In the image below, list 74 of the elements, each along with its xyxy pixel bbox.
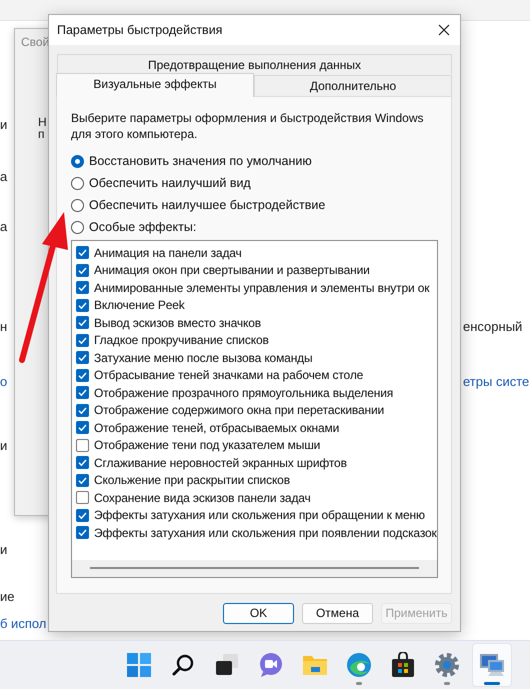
checkbox-label[interactable]: Гладкое прокручивание списков (94, 333, 269, 348)
radio-label[interactable]: Обеспечить наилучшее быстродействие (89, 198, 326, 212)
checkbox[interactable] (76, 421, 89, 434)
close-icon[interactable] (438, 24, 450, 36)
text-fragment: н (0, 319, 8, 334)
checkbox[interactable] (76, 246, 89, 260)
folder-icon (302, 653, 328, 677)
checkbox-label[interactable]: Сохранение вида эскизов панели задач (94, 490, 311, 505)
text-fragment: и (0, 438, 8, 453)
overlapping-squares-icon (214, 653, 240, 677)
radio-label[interactable]: Особые эффекты: (89, 220, 196, 234)
text-fragment: п (38, 127, 44, 141)
radio-label[interactable]: Обеспечить наилучший вид (89, 176, 251, 190)
search-icon (171, 653, 195, 677)
checkbox[interactable] (76, 526, 89, 540)
computer-icon (478, 652, 506, 678)
checkbox-label[interactable]: Эффекты затухания или скольжения при появлении подсказок (94, 526, 437, 540)
radio-label[interactable]: Восстановить значения по умолчанию (89, 154, 312, 168)
text-fragment: Н (38, 115, 47, 129)
link[interactable]: о (0, 374, 8, 389)
checkbox-label[interactable]: Эффекты затухания или скольжения при обращении к меню (94, 508, 425, 522)
checkbox[interactable] (76, 316, 89, 330)
checkbox[interactable] (76, 404, 89, 417)
checkbox[interactable] (76, 281, 89, 294)
tab[interactable]: Визуальные эффекты (56, 73, 254, 97)
checkbox-label[interactable]: Анимация окон при свертывании и развертывании (94, 263, 370, 278)
link[interactable]: етры систе (463, 374, 530, 389)
checkbox[interactable] (76, 386, 89, 400)
checkbox[interactable] (76, 508, 89, 522)
tab[interactable]: Дополнительно (254, 75, 452, 97)
checkbox-label[interactable]: Анимация на панели задач (94, 246, 242, 260)
text-fragment: а (0, 219, 8, 234)
description-text: Выберите параметры оформления и быстродействия Windows для этого компьютера. (71, 110, 425, 142)
tab[interactable]: Предотвращение выполнения данных (57, 54, 452, 74)
radio-button[interactable] (71, 176, 84, 190)
checkbox-label[interactable]: Отображение теней, отбрасываемых окнами (94, 420, 340, 435)
checkbox-label[interactable]: Включение Peek (94, 298, 185, 312)
dialog-button[interactable]: Отмена (302, 602, 373, 624)
checkbox[interactable] (76, 474, 89, 487)
ok-button[interactable]: OK (223, 602, 294, 624)
windows-logo-icon (126, 652, 152, 678)
checkbox-label[interactable]: Отображение содержимого окна при перетаскивании (94, 403, 384, 418)
shopping-bag-icon (391, 652, 415, 678)
video-chat-icon (258, 652, 284, 678)
checkbox-label[interactable]: Затухание меню после вызова команды (94, 350, 313, 365)
text-fragment: а (0, 169, 8, 184)
radio-button[interactable] (71, 220, 84, 234)
window-title: Параметры быстродействия (57, 23, 222, 37)
link[interactable]: б испол (0, 616, 46, 631)
checkbox[interactable] (76, 456, 89, 470)
text-fragment: енсорный (463, 319, 522, 334)
checkbox[interactable] (76, 264, 89, 277)
checkbox-label[interactable]: Отображение прозрачного прямоугольника выделения (94, 386, 394, 400)
checkbox[interactable] (76, 334, 89, 347)
checkbox[interactable] (76, 368, 89, 382)
checkbox-label[interactable]: Анимированные элементы управления и элементы внутри ок (94, 280, 430, 295)
checkbox-label[interactable]: Вывод эскизов вместо значков (94, 316, 261, 330)
checkbox-label[interactable]: Отображение тени под указателем мыши (94, 438, 320, 452)
text-fragment: и (0, 542, 8, 557)
horizontal-scrollbar[interactable] (72, 560, 437, 576)
radio-button[interactable] (71, 154, 84, 168)
scrollbar-thumb[interactable] (90, 567, 419, 569)
checkbox-label[interactable]: Отбрасывание теней значками на рабочем столе (94, 368, 364, 382)
settings-icon (434, 652, 460, 678)
radio-button[interactable] (71, 198, 84, 212)
window-title: Свой (21, 35, 50, 49)
checkbox-label[interactable]: Сглаживание неровностей экранных шрифтов (94, 456, 347, 470)
checkbox[interactable] (76, 351, 89, 364)
checkbox[interactable] (76, 298, 89, 312)
checkbox[interactable] (76, 491, 89, 504)
checkbox[interactable] (76, 438, 89, 452)
checkbox-label[interactable]: Скольжение при раскрытии списков (94, 473, 290, 488)
text-fragment: и (0, 117, 8, 132)
text-fragment: ие (0, 589, 14, 604)
